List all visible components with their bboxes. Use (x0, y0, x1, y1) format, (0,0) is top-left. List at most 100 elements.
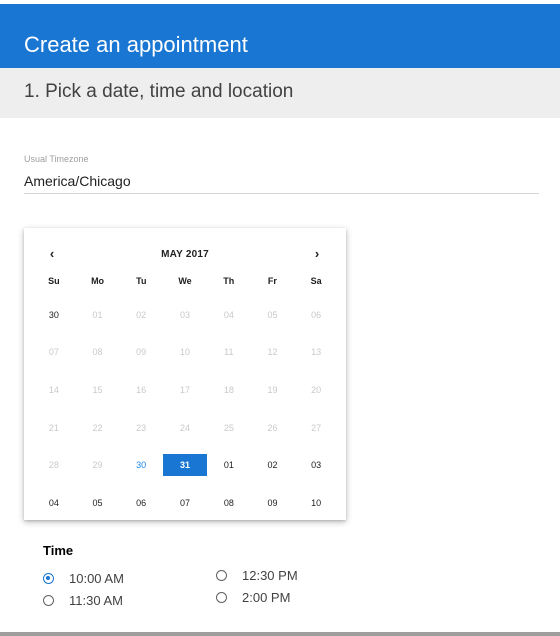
time-option-radio[interactable]: 12:30 PM (216, 568, 298, 583)
calendar-day-selected[interactable]: 31 (163, 446, 207, 484)
calendar-day-number: 07 (179, 497, 190, 508)
calendar-day[interactable]: 01 (207, 446, 251, 484)
calendar-weekdays: Su Mo Tu We Th Fr Sa (32, 276, 338, 292)
calendar-day: 29 (76, 446, 120, 484)
calendar-day-number: 31 (163, 454, 207, 477)
calendar-day: 11 (207, 334, 251, 372)
time-option-label: 12:30 PM (242, 568, 298, 583)
time-option-label: 2:00 PM (242, 590, 291, 605)
calendar-day-number: 04 (223, 309, 234, 320)
calendar-day[interactable]: 06 (119, 484, 163, 522)
calendar-day[interactable]: 05 (76, 484, 120, 522)
calendar-day-number: 28 (48, 460, 59, 471)
calendar-day: 02 (119, 296, 163, 334)
weekday-label: Mo (91, 276, 105, 286)
weekday-label: Tu (136, 276, 147, 286)
calendar-day-number: 24 (179, 422, 190, 433)
calendar-day-number: 02 (267, 460, 278, 471)
calendar-day-number: 05 (92, 497, 103, 508)
calendar-day: 27 (294, 409, 338, 447)
calendar-day-number: 26 (267, 422, 278, 433)
app-header: Create an appointment (0, 4, 560, 68)
weekday-label: Su (48, 276, 60, 286)
time-option-radio[interactable]: 2:00 PM (216, 590, 290, 605)
calendar-day-number: 05 (267, 309, 278, 320)
calendar-nav: ‹ MAY 2017 › (24, 228, 346, 276)
calendar-day-number: 17 (179, 384, 190, 395)
calendar-day-number: 03 (179, 309, 190, 320)
calendar-day: 04 (207, 296, 251, 334)
calendar-day-number: 13 (311, 347, 322, 358)
timezone-field[interactable]: America/Chicago (24, 173, 131, 189)
calendar-day: 12 (251, 334, 295, 372)
calendar-day-number: 25 (223, 422, 234, 433)
calendar-day-number: 19 (267, 384, 278, 395)
step-header: 1. Pick a date, time and location (0, 68, 560, 118)
radio-icon (216, 592, 227, 603)
calendar-day-number: 12 (267, 347, 278, 358)
calendar-day-number: 09 (136, 347, 147, 358)
calendar-day-number: 20 (311, 384, 322, 395)
calendar-day-number: 07 (48, 347, 59, 358)
calendar-day: 20 (294, 371, 338, 409)
calendar-day-number: 14 (48, 384, 59, 395)
weekday-label: Sa (310, 276, 322, 286)
calendar-day-number: 27 (311, 422, 322, 433)
step-title: 1. Pick a date, time and location (24, 81, 294, 102)
calendar-day-number: 01 (223, 460, 234, 471)
calendar-day: 17 (163, 371, 207, 409)
calendar-day[interactable]: 30 (119, 446, 163, 484)
time-heading: Time (43, 543, 74, 558)
calendar-day-number: 03 (311, 460, 322, 471)
weekday-label: We (178, 276, 192, 286)
time-option-radio[interactable]: 10:00 AM (43, 571, 124, 586)
radio-icon (43, 573, 54, 584)
radio-icon (43, 595, 54, 606)
calendar-day-number: 23 (136, 422, 147, 433)
chevron-right-icon[interactable]: › (309, 246, 325, 261)
calendar-day-number: 10 (179, 347, 190, 358)
time-option-label: 10:00 AM (69, 571, 124, 586)
calendar-day: 15 (76, 371, 120, 409)
calendar-day-number: 29 (92, 460, 103, 471)
weekday-label: Fr (267, 276, 277, 286)
bottom-divider (0, 632, 560, 636)
calendar-day[interactable]: 02 (251, 446, 295, 484)
calendar-day-number: 16 (136, 384, 147, 395)
calendar-day[interactable]: 07 (163, 484, 207, 522)
calendar-day-number: 09 (267, 497, 278, 508)
calendar-day-number: 01 (92, 309, 103, 320)
calendar-day: 18 (207, 371, 251, 409)
date-picker: ‹ MAY 2017 › Su Mo Tu We Th Fr Sa 30 01 02 03 04 05… (24, 228, 346, 520)
calendar-day: 13 (294, 334, 338, 372)
calendar-day[interactable]: 08 (207, 484, 251, 522)
calendar-day: 21 (32, 409, 76, 447)
calendar-day: 07 (32, 334, 76, 372)
calendar-day: 28 (32, 446, 76, 484)
calendar-day-number: 15 (92, 384, 103, 395)
time-option-radio[interactable]: 11:30 AM (43, 593, 123, 608)
calendar-day: 01 (76, 296, 120, 334)
calendar-day-number: 11 (224, 347, 234, 358)
calendar-day: 06 (294, 296, 338, 334)
calendar-day-number: 18 (223, 384, 234, 395)
timezone-label: Usual Timezone (24, 154, 89, 164)
weekday-label: Th (223, 276, 235, 286)
calendar-day[interactable]: 09 (251, 484, 295, 522)
calendar-day: 05 (251, 296, 295, 334)
calendar-days-grid: 30 01 02 03 04 05 06 07 08 09 10 11 12 13 14 15 16 17 18 19… (32, 296, 338, 522)
calendar-day-number: 06 (311, 309, 322, 320)
calendar-day[interactable]: 04 (32, 484, 76, 522)
calendar-day: 23 (119, 409, 163, 447)
radio-icon (216, 570, 227, 581)
calendar-day[interactable]: 03 (294, 446, 338, 484)
calendar-day-number: 08 (92, 347, 103, 358)
calendar-day: 25 (207, 409, 251, 447)
calendar-day-number: 30 (136, 460, 147, 471)
calendar-day[interactable]: 30 (32, 296, 76, 334)
calendar-day[interactable]: 10 (294, 484, 338, 522)
calendar-day: 24 (163, 409, 207, 447)
calendar-day-number: 30 (48, 309, 59, 320)
time-option-label: 11:30 AM (69, 593, 123, 608)
page-title: Create an appointment (24, 32, 248, 57)
